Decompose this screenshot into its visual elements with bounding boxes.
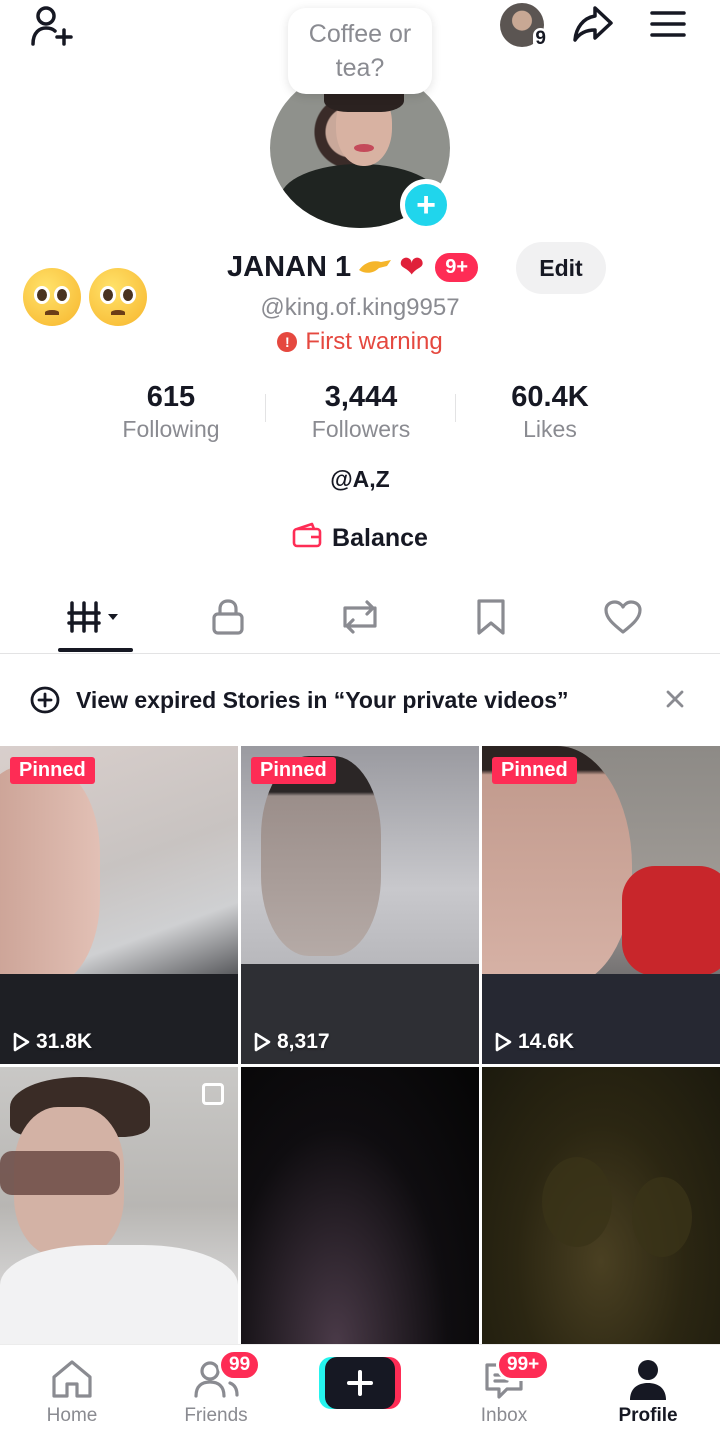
stat-label: Following xyxy=(122,416,220,442)
profile-switch-count: 9 xyxy=(533,28,548,50)
wallet-icon xyxy=(292,522,322,555)
pinned-badge: Pinned xyxy=(251,757,336,784)
stat-likes[interactable]: 60.4K Likes xyxy=(460,380,640,444)
banner-text: View expired Stories in “Your private vi… xyxy=(76,686,569,713)
nav-profile[interactable]: Profile xyxy=(576,1345,720,1432)
video-thumbnail[interactable]: Pinned 8,317 xyxy=(241,746,479,1064)
stat-divider xyxy=(265,394,266,422)
inbox-badge: 99+ xyxy=(496,1349,551,1381)
play-icon xyxy=(254,1032,271,1052)
warning-text: First warning xyxy=(305,328,443,355)
stat-label: Likes xyxy=(523,416,577,442)
create-button[interactable] xyxy=(319,1357,401,1409)
profile-icon xyxy=(628,1359,668,1406)
view-count: 14.6K xyxy=(494,1030,574,1054)
home-icon xyxy=(50,1359,94,1404)
heart-icon xyxy=(603,599,643,640)
bookmark-icon xyxy=(475,598,507,641)
profile-switch-avatar[interactable]: 9 xyxy=(494,2,550,50)
stat-divider xyxy=(455,394,456,422)
status-bubble[interactable]: Coffee or tea? xyxy=(288,8,432,94)
play-icon xyxy=(13,1032,30,1052)
active-tab-indicator xyxy=(58,648,133,652)
close-icon[interactable] xyxy=(664,688,686,715)
stat-value: 615 xyxy=(146,381,196,413)
pinned-badge: Pinned xyxy=(10,757,95,784)
stat-value: 60.4K xyxy=(511,381,589,413)
plus-icon xyxy=(347,1370,373,1396)
friends-badge: 99 xyxy=(218,1349,262,1381)
video-thumbnail[interactable]: Pinned 31.8K xyxy=(0,746,238,1064)
video-thumbnail[interactable] xyxy=(241,1067,479,1345)
tab-favorites[interactable] xyxy=(451,586,531,652)
bottom-navigation: Home 99 Friends 99+ Inbox Profile xyxy=(0,1344,720,1432)
profile-bio: @A,Z xyxy=(330,466,390,492)
nav-label: Profile xyxy=(618,1405,678,1426)
multi-photo-icon xyxy=(202,1083,224,1105)
tab-videos[interactable] xyxy=(55,586,135,652)
pinned-badge: Pinned xyxy=(492,757,577,784)
notification-badge[interactable]: 9+ xyxy=(432,250,482,285)
add-story-plus-icon[interactable]: + xyxy=(400,179,452,231)
tab-liked[interactable] xyxy=(583,586,663,652)
red-heart-emoji: ❤ xyxy=(399,251,425,284)
nav-friends[interactable]: 99 Friends xyxy=(144,1345,288,1432)
edit-profile-button[interactable]: Edit xyxy=(516,242,606,294)
play-icon xyxy=(495,1032,512,1052)
nav-label: Friends xyxy=(184,1405,248,1426)
stat-following[interactable]: 615 Following xyxy=(81,380,261,444)
balance-button[interactable]: Balance xyxy=(0,522,720,555)
tab-private[interactable] xyxy=(188,586,268,652)
tab-reposts[interactable] xyxy=(320,586,400,652)
view-count: 31.8K xyxy=(12,1030,92,1054)
pointing-hand-emoji xyxy=(357,251,393,284)
menu-icon[interactable] xyxy=(644,4,692,44)
stat-followers[interactable]: 3,444 Followers xyxy=(271,380,451,444)
display-name: JANAN 1 xyxy=(227,251,352,283)
stat-value: 3,444 xyxy=(324,381,398,413)
add-friend-icon[interactable] xyxy=(26,2,78,50)
videos-grid-icon xyxy=(66,599,124,640)
status-bubble-text: Coffee or tea? xyxy=(308,20,412,82)
nav-label: Inbox xyxy=(480,1405,528,1426)
video-thumbnail[interactable] xyxy=(0,1067,238,1345)
view-count-value: 14.6K xyxy=(518,1030,575,1053)
share-icon[interactable] xyxy=(568,2,618,46)
nav-inbox[interactable]: 99+ Inbox xyxy=(432,1345,576,1432)
video-thumbnail[interactable] xyxy=(482,1067,720,1345)
video-thumbnail[interactable]: Pinned 14.6K xyxy=(482,746,720,1064)
expired-stories-banner[interactable]: View expired Stories in “Your private vi… xyxy=(0,672,720,728)
profile-name-row: JANAN 1 ❤ 9+ xyxy=(227,250,482,285)
view-count-value: 31.8K xyxy=(36,1030,93,1053)
profile-tabs xyxy=(0,586,720,654)
username-handle: @king.of.king9957 xyxy=(260,294,460,321)
view-count: 8,317 xyxy=(253,1030,330,1054)
balance-label: Balance xyxy=(332,524,428,552)
stat-label: Followers xyxy=(311,416,411,442)
repost-icon xyxy=(339,598,381,641)
alert-icon: ! xyxy=(277,332,298,352)
nav-label: Home xyxy=(46,1405,98,1426)
lock-icon xyxy=(211,598,245,641)
nav-home[interactable]: Home xyxy=(0,1345,144,1432)
nav-create[interactable] xyxy=(288,1345,432,1432)
account-warning[interactable]: ! First warning xyxy=(0,328,720,356)
add-story-icon xyxy=(30,686,60,719)
view-count-value: 8,317 xyxy=(277,1030,330,1053)
